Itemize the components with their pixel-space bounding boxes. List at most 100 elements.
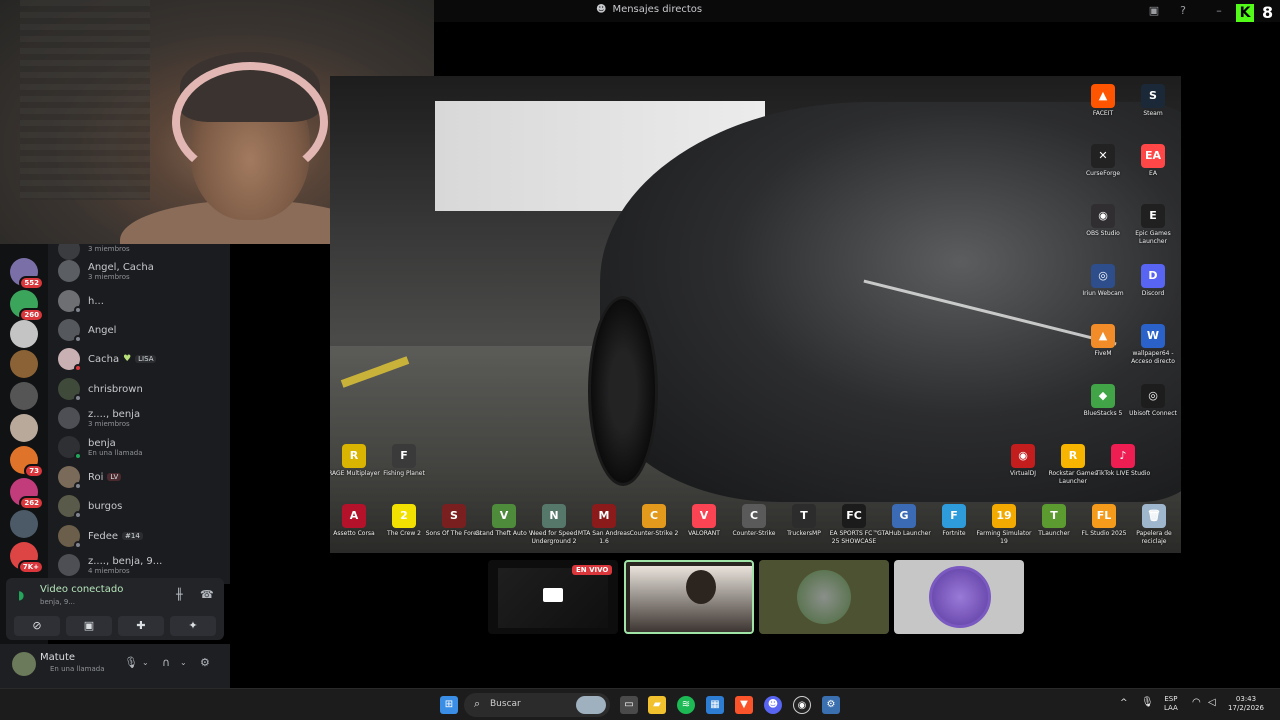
server-icon[interactable]: 73 <box>10 446 44 478</box>
avatar <box>58 466 82 490</box>
desktop-icon[interactable]: F Fishing Planet <box>375 444 433 478</box>
dm-item[interactable]: h... <box>58 286 228 316</box>
soundboard-button[interactable]: ✦ <box>170 616 216 636</box>
desktop-icon-label: Epic Games Launcher <box>1135 230 1171 245</box>
app-icon: 2 <box>392 504 416 528</box>
dm-item[interactable]: Fedee #14 <box>58 521 228 551</box>
headphones-icon[interactable]: ∩ <box>162 656 170 669</box>
unread-badge: 7K+ <box>17 560 44 574</box>
obs-taskbar-icon[interactable]: ◉ <box>793 696 811 714</box>
discord-icon: ☻ <box>596 4 607 15</box>
spotify-icon[interactable]: ≋ <box>677 696 695 714</box>
unread-badge: 552 <box>19 276 44 290</box>
activities-button[interactable]: ✚ <box>118 616 164 636</box>
server-icon[interactable]: 552 <box>10 258 44 290</box>
app-icon: ✕ <box>1091 144 1115 168</box>
taskbar-search[interactable]: ⌕ Buscar <box>464 693 610 717</box>
participant-avatar-tile[interactable] <box>894 560 1024 634</box>
server-icon[interactable]: 7K+ <box>10 542 44 574</box>
voice-channel-name[interactable]: benja, 9... <box>40 598 75 606</box>
file-explorer-icon[interactable]: ▰ <box>648 696 666 714</box>
group-avatar <box>58 260 80 282</box>
unread-badge: 262 <box>19 496 44 510</box>
dm-item[interactable]: Angel <box>58 315 228 345</box>
direct-messages-list: 3 miembros Angel, Cacha 3 miembros h... A… <box>48 244 230 584</box>
chevron-down-icon[interactable]: ⌄ <box>180 658 187 667</box>
task-view-icon[interactable]: ▭ <box>620 696 638 714</box>
dm-item[interactable]: Roi LV <box>58 462 228 492</box>
server-tag: #14 <box>122 532 143 540</box>
noise-suppression-icon[interactable]: ╫ <box>176 588 183 601</box>
participant-avatar-tile[interactable] <box>759 560 889 634</box>
dm-item[interactable]: burgos <box>58 491 228 521</box>
discord-taskbar-icon[interactable]: ☻ <box>764 696 782 714</box>
dm-item[interactable]: z...., benja, 9... 4 miembros <box>58 550 228 580</box>
group-avatar <box>58 407 80 429</box>
app-icon: N <box>542 504 566 528</box>
disconnect-icon[interactable]: ☎ <box>200 588 214 601</box>
server-icon[interactable] <box>10 414 38 442</box>
server-icon[interactable] <box>10 320 38 348</box>
server-icon[interactable] <box>10 382 38 410</box>
kick-logo: K <box>1236 4 1254 22</box>
server-icon[interactable] <box>10 350 38 378</box>
dm-item[interactable]: z...., benja 3 miembros <box>58 403 228 433</box>
screen-share-icon: ▣ <box>83 619 95 632</box>
desktop-icon-label: TikTok LIVE Studio <box>1095 470 1151 477</box>
settings-gear-icon[interactable]: ⚙ <box>200 656 210 669</box>
server-tag: LV <box>107 473 122 481</box>
windows-taskbar: ⊞ ⌕ Buscar ▭ ▰ ≋ ▦ ▼ ☻ ◉ ⚙ ^ 🎙 ESP LAA ◠… <box>0 688 1280 720</box>
dm-item[interactable]: Angel, Cacha 3 miembros <box>58 256 228 286</box>
desktop-icon[interactable]: D Discord <box>1124 264 1181 298</box>
participant-video-tile[interactable] <box>624 560 754 634</box>
screen-share-button[interactable]: ▣ <box>66 616 112 636</box>
help-icon[interactable]: ? <box>1176 4 1190 18</box>
server-icon[interactable] <box>10 510 38 538</box>
chevron-down-icon[interactable]: ⌄ <box>142 658 149 667</box>
app-icon: FL <box>1092 504 1116 528</box>
clock[interactable]: 03:43 17/2/2026 <box>1226 695 1266 713</box>
server-tag: LISA <box>135 355 157 363</box>
server-icon[interactable]: 262 <box>10 478 44 510</box>
app-icon: ◎ <box>1141 384 1165 408</box>
windows-start-icon[interactable]: ⊞ <box>440 696 458 714</box>
desktop-icon[interactable]: S Steam <box>1124 84 1181 118</box>
microphone-icon[interactable]: 🎙 <box>124 656 138 669</box>
brave-browser-icon[interactable]: ▼ <box>735 696 753 714</box>
user-avatar[interactable] <box>12 652 36 676</box>
minimize-icon[interactable]: – <box>1212 4 1226 18</box>
connection-signal-icon[interactable]: ◗ <box>18 588 24 602</box>
inbox-icon[interactable]: ▣ <box>1147 4 1161 18</box>
show-hidden-icons-chevron-icon[interactable]: ^ <box>1120 699 1128 708</box>
app-icon: F <box>942 504 966 528</box>
voice-status: Video conectado <box>40 584 124 595</box>
dm-item[interactable]: benja En una llamada <box>58 432 228 462</box>
desktop-icon[interactable]: ◎ Ubisoft Connect <box>1124 384 1181 418</box>
heart-icon: ♥ <box>123 354 132 364</box>
desktop-icon[interactable]: E Epic Games Launcher <box>1124 204 1181 246</box>
microsoft-store-icon[interactable]: ▦ <box>706 696 724 714</box>
server-icon[interactable]: 260 <box>10 290 44 322</box>
microphone-tray-icon[interactable]: 🎙 <box>1141 698 1154 708</box>
desktop-icon-label: Steam <box>1143 110 1163 117</box>
language-indicator[interactable]: ESP LAA <box>1164 695 1178 713</box>
participant-avatar <box>929 566 991 628</box>
wifi-icon[interactable]: ◠ <box>1192 698 1201 708</box>
camera-off-button[interactable]: ⊘ <box>14 616 60 636</box>
volume-icon[interactable]: ◁ <box>1208 698 1216 708</box>
search-placeholder: Buscar <box>490 699 521 709</box>
group-avatar <box>58 554 80 576</box>
shared-screen[interactable]: ▲ FACEIT S Steam ✕ CurseForge EA EA ◉ OBS Studio E… <box>330 76 1181 553</box>
app-icon: 19 <box>992 504 1016 528</box>
desktop-icon[interactable]: 🗑 Papelera de reciclaje <box>1125 504 1181 546</box>
app-icon: V <box>492 504 516 528</box>
dm-item[interactable]: chrisbrown <box>58 374 228 404</box>
settings-taskbar-icon[interactable]: ⚙ <box>822 696 840 714</box>
desktop-icon[interactable]: ♪ TikTok LIVE Studio <box>1094 444 1152 478</box>
window-title: ☻ Mensajes directos <box>596 4 703 15</box>
desktop-icon-label: EA <box>1149 170 1157 177</box>
desktop-icon[interactable]: EA EA <box>1124 144 1181 178</box>
app-icon: ♪ <box>1111 444 1135 468</box>
desktop-icon[interactable]: Wwallpaper64 - Acceso directo <box>1124 324 1181 366</box>
dm-item[interactable]: Cacha ♥ LISA <box>58 344 228 374</box>
